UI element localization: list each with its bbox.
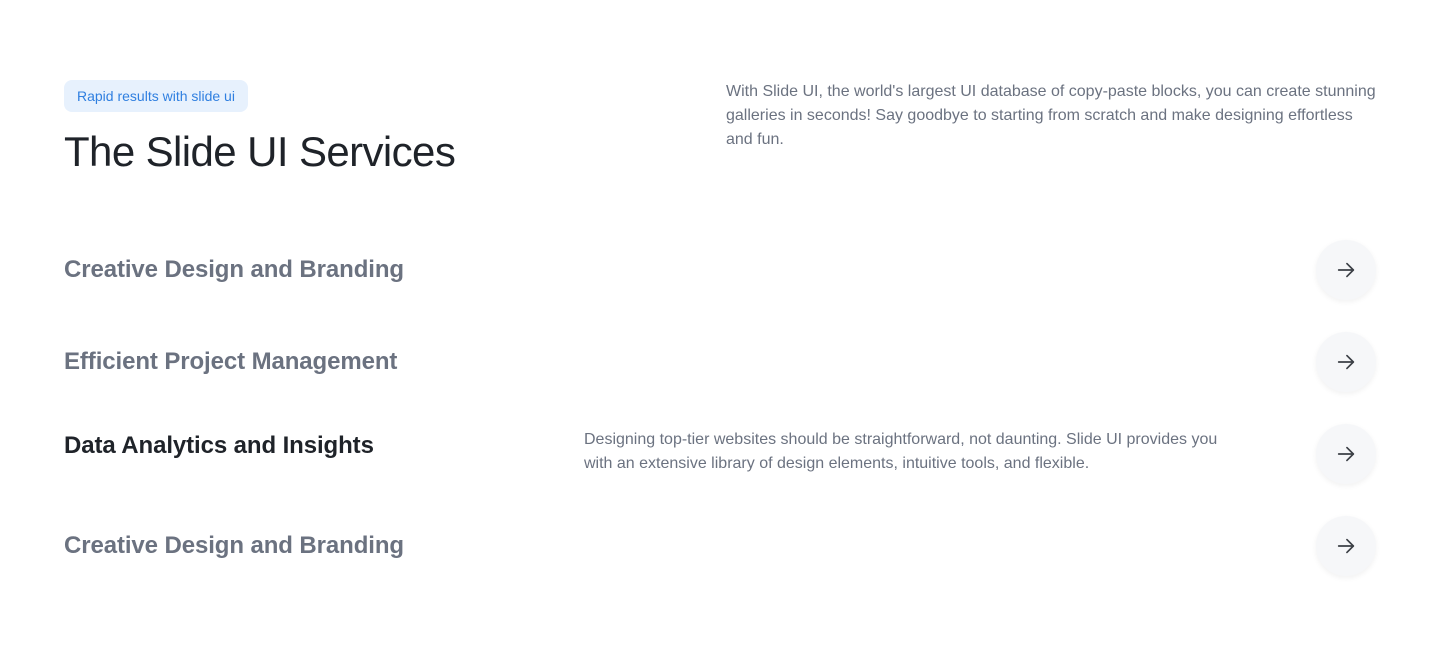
service-item-project-management[interactable]: Efficient Project Management bbox=[64, 332, 1376, 392]
arrow-right-icon bbox=[1337, 538, 1355, 554]
service-label: Creative Design and Branding bbox=[64, 532, 404, 559]
tagline-badge: Rapid results with slide ui bbox=[64, 80, 248, 112]
intro-text: With Slide UI, the world's largest UI da… bbox=[726, 83, 1376, 148]
page-title: The Slide UI Services bbox=[64, 128, 456, 175]
arrow-right-icon bbox=[1337, 446, 1355, 462]
service-label: Efficient Project Management bbox=[64, 348, 398, 375]
arrow-right-icon bbox=[1337, 262, 1355, 278]
service-item-creative-design-2[interactable]: Creative Design and Branding bbox=[64, 516, 1376, 576]
service-label: Creative Design and Branding bbox=[64, 256, 404, 283]
service-description: Designing top-tier websites should be st… bbox=[584, 431, 1218, 472]
service-label: Data Analytics and Insights bbox=[64, 432, 374, 459]
service-item-data-analytics[interactable]: Data Analytics and Insights Designing to… bbox=[64, 424, 1376, 484]
service-arrow-button[interactable] bbox=[1316, 424, 1376, 484]
service-arrow-button[interactable] bbox=[1316, 240, 1376, 300]
service-item-creative-design[interactable]: Creative Design and Branding bbox=[64, 240, 1376, 300]
arrow-right-icon bbox=[1337, 354, 1355, 370]
services-section: Rapid results with slide ui The Slide UI… bbox=[0, 0, 1440, 656]
service-arrow-button[interactable] bbox=[1316, 516, 1376, 576]
service-arrow-button[interactable] bbox=[1316, 332, 1376, 392]
